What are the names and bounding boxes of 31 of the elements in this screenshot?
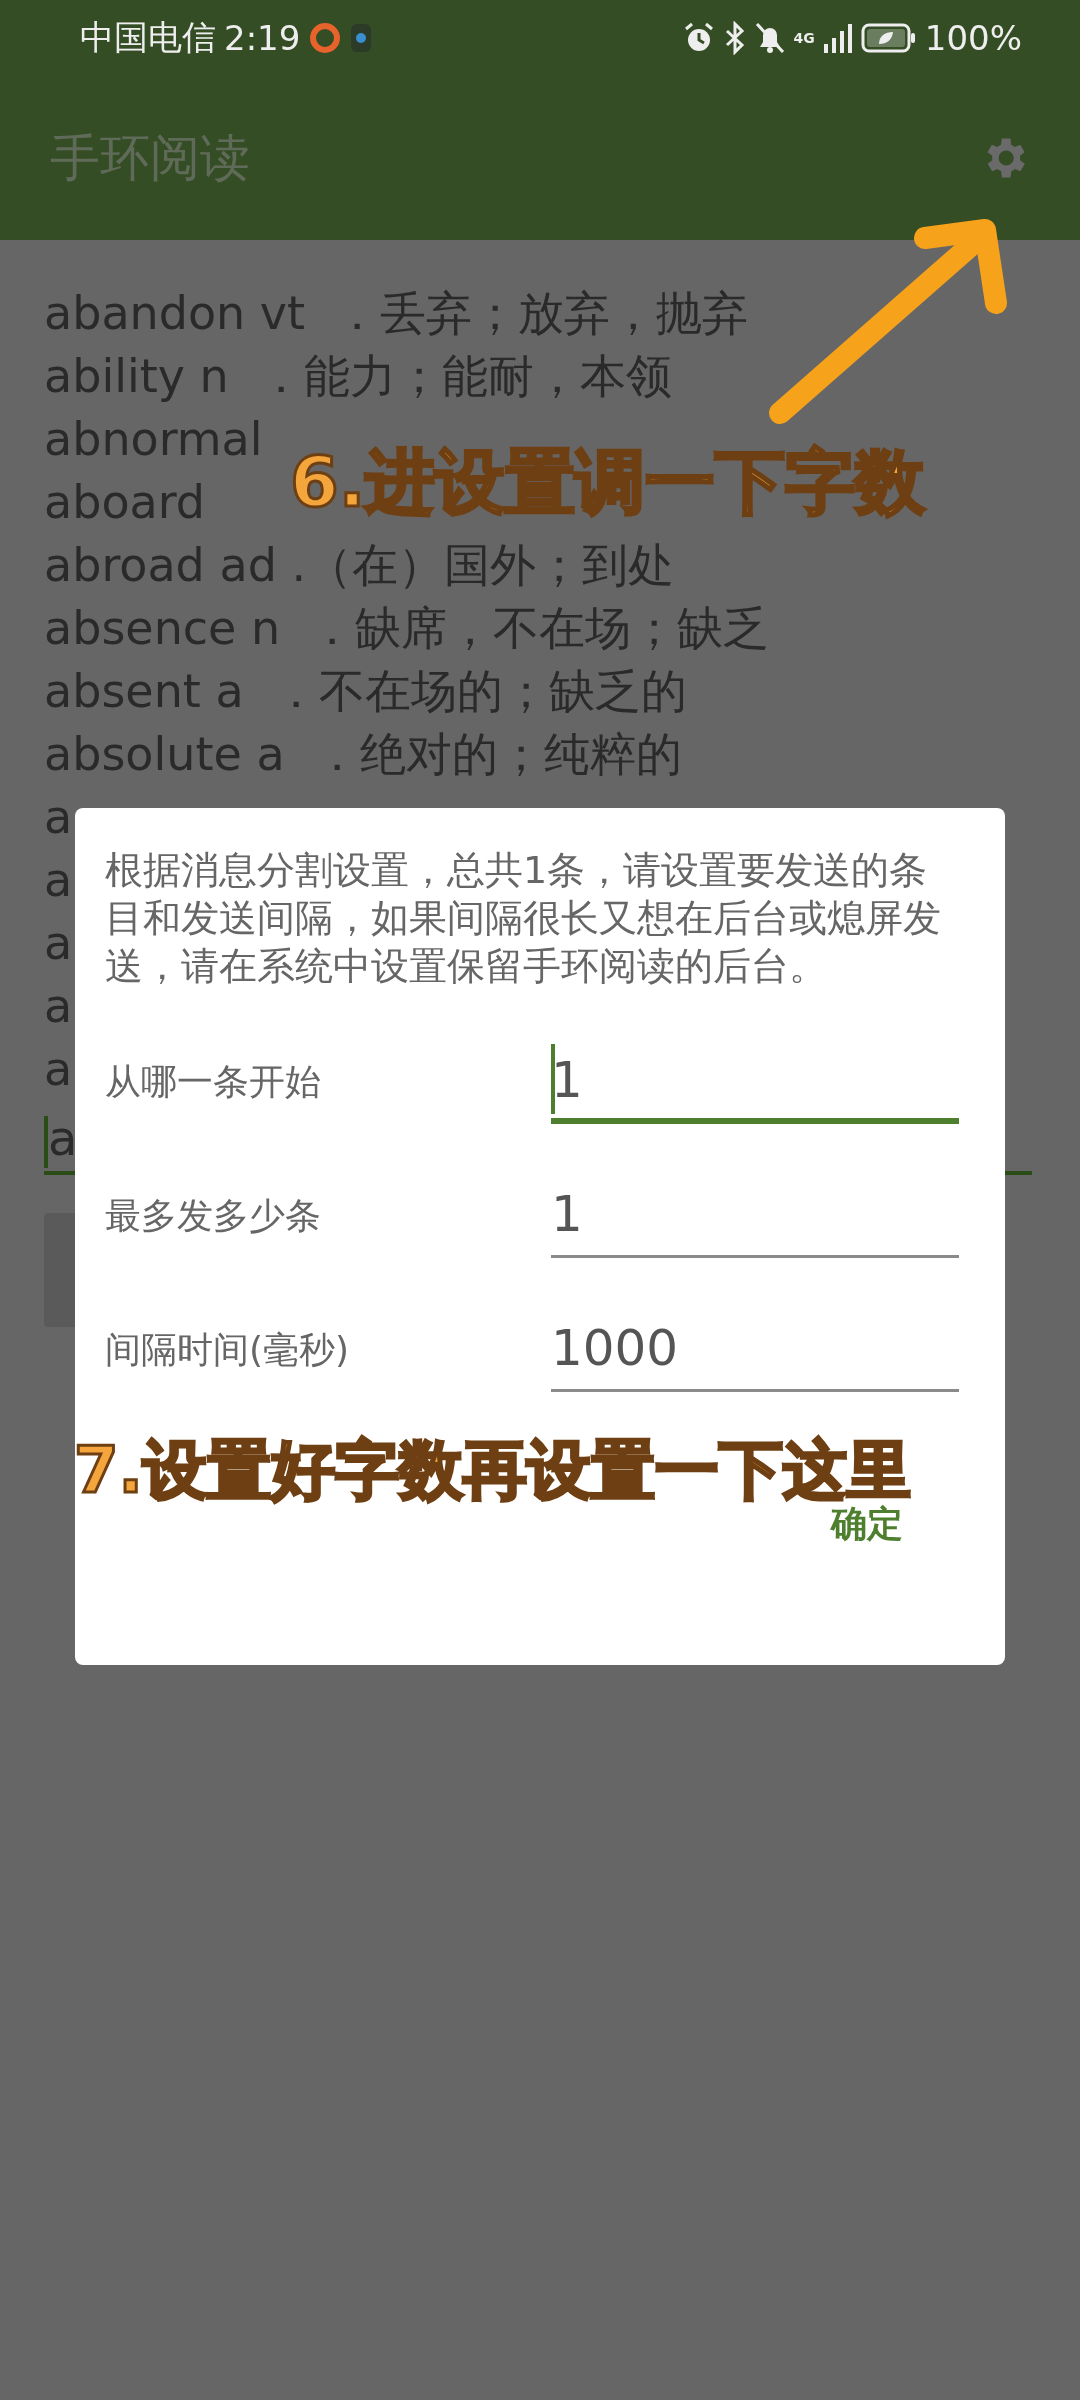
ring-icon (308, 21, 343, 55)
word-entry: a (44, 789, 73, 846)
chat-icon (350, 23, 373, 53)
word-entry: ability n ．能力；能耐，本领 (44, 348, 672, 405)
field-label: 从哪一条开始 (105, 1059, 322, 1104)
word-entry: a (44, 852, 73, 909)
word-entry: abandon vt ．丢弃；放弃，抛弃 (44, 285, 749, 342)
field-label: 间隔时间(毫秒) (105, 1327, 351, 1372)
battery-icon (860, 22, 917, 54)
word-entry: a (44, 1041, 73, 1098)
clock-text: 2:19 (224, 18, 301, 58)
word-entry: absolute a ．绝对的；纯粹的 (44, 726, 682, 783)
input-field[interactable]: 1 (550, 1040, 959, 1124)
bluetooth-icon (723, 21, 746, 55)
word-entry: abnormal (44, 411, 263, 468)
dialog-message: 根据消息分割设置，总共1条，请设置要发送的条目和发送间隔，如果间隔很长又想在后台或熄屏发送，请在系统中设置保留手环阅读的后台。 (105, 847, 942, 990)
input-field[interactable]: 1000 (550, 1308, 959, 1392)
word-entry: a (44, 915, 73, 972)
word-entry: aboard (44, 474, 206, 531)
network-type-text: 4G (793, 30, 815, 46)
annotation-text: 6.进设置调一下字数 (290, 440, 926, 524)
word-entry: a (44, 978, 73, 1035)
field-label: 最多发多少条 (105, 1193, 322, 1238)
battery-text: 100% (924, 18, 1022, 58)
carrier-text: 中国电信 (80, 16, 216, 59)
word-entry: absence n ．缺席，不在场；缺乏 (44, 600, 770, 657)
bell-off-icon (753, 21, 786, 55)
word-entry: abroad ad .（在）国外；到处 (44, 537, 675, 594)
signal-icon (822, 22, 853, 54)
input-field[interactable]: 1 (550, 1174, 959, 1258)
word-entry: absent a ．不在场的；缺乏的 (44, 663, 687, 720)
